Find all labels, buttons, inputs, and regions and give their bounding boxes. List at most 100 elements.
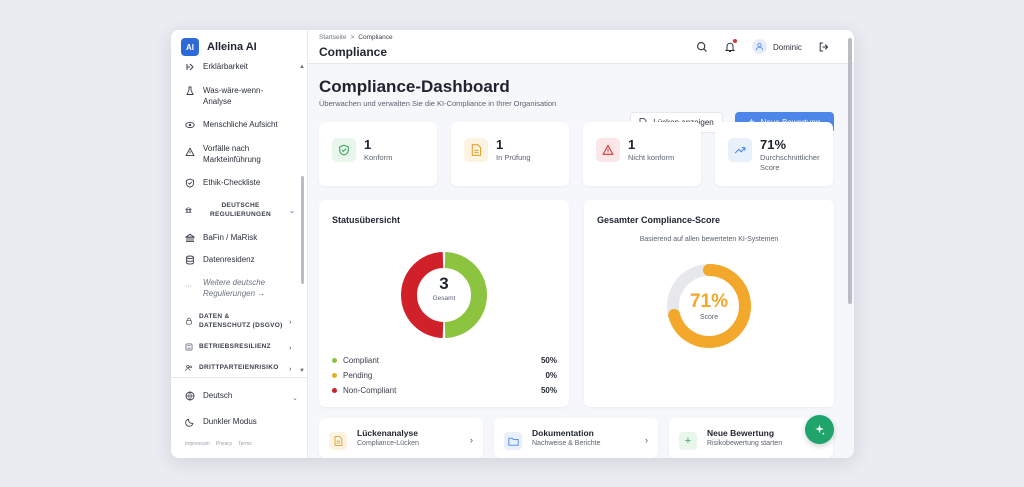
- sidebar-item-incidents[interactable]: Vorfälle nach Markteinführung: [171, 143, 301, 165]
- legend-row-pending: Pending 0%: [332, 371, 557, 380]
- brand[interactable]: AI Alleina AI: [181, 38, 257, 56]
- eye-icon: [185, 121, 195, 129]
- legend-row-compliant: Compliant 50%: [332, 356, 557, 365]
- scroll-down-arrow[interactable]: ▼: [299, 368, 305, 374]
- stat-icon-bg: [332, 138, 356, 162]
- chevron-right-icon: ›: [645, 435, 648, 445]
- sidebar-item-label: Was-wäre-wenn-Analyse: [203, 86, 264, 106]
- language-selector[interactable]: Deutsch ⌄: [171, 390, 308, 402]
- bank-icon: [185, 233, 195, 243]
- logout-icon[interactable]: [818, 41, 830, 53]
- stat-label: Konform: [364, 153, 393, 162]
- stat-value: 71%: [760, 137, 787, 152]
- user-name[interactable]: Dominic: [773, 43, 802, 52]
- legend-label: Pending: [343, 371, 373, 380]
- legend-percent: 50%: [540, 356, 557, 365]
- flask-icon: [186, 86, 194, 95]
- quick-card-gap-analysis[interactable]: Lückenanalyse Compliance-Lücken ›: [319, 418, 483, 458]
- stat-value: 1: [364, 137, 372, 152]
- moon-icon: [185, 418, 194, 427]
- sidebar-item-data-residency[interactable]: Datenresidenz: [171, 254, 301, 265]
- status-overview-card: Statusübersicht 3 Gesamt Compliant 50% P…: [319, 200, 569, 407]
- compliance-score-card: Gesamter Compliance-Score Basierend auf …: [584, 200, 834, 407]
- quick-subtitle: Compliance-Lücken: [357, 440, 419, 447]
- legend-label: Non-Compliant: [343, 386, 397, 395]
- sidebar-item-label: Vorfälle nach Markteinführung: [203, 144, 261, 164]
- sidebar-item-explainability[interactable]: Erklärbarkeit: [171, 61, 301, 72]
- sidebar-item-what-if[interactable]: Was-wäre-wenn-Analyse: [171, 85, 301, 107]
- legend-label: Compliant: [343, 356, 380, 365]
- folder-icon: [507, 437, 519, 446]
- stat-card-average-score[interactable]: 71% Durchschnittlicher Score: [715, 122, 833, 186]
- sidebar-section-german-regulations[interactable]: DEUTSCHE REGULIERUNGEN ⌄: [171, 201, 301, 219]
- ai-assistant-button[interactable]: [805, 415, 834, 444]
- more-icon: ···: [185, 283, 192, 290]
- sidebar-section-data-protection[interactable]: DATEN & DATENSCHUTZ (DSGVO) ›: [171, 312, 301, 330]
- scroll-up-arrow[interactable]: ▲: [299, 64, 305, 70]
- language-label: Deutsch: [203, 391, 233, 400]
- server-icon: [185, 343, 193, 350]
- app-window: AI Alleina AI Erklärbarkeit Was-wäre-wen…: [171, 30, 854, 458]
- alert-icon: [602, 144, 614, 155]
- sidebar-item-more-german[interactable]: ··· Weitere deutsche Regulierungen →: [171, 277, 301, 299]
- chevron-right-icon: ›: [470, 435, 473, 445]
- dark-mode-label: Dunkler Modus: [203, 417, 257, 426]
- dashboard-subtitle: Überwachen und verwalten Sie die KI-Comp…: [319, 99, 557, 108]
- sidebar-section-resilience[interactable]: BETRIEBSRESILIENZ ›: [171, 342, 301, 352]
- chevron-down-icon: ⌄: [292, 394, 298, 402]
- globe-icon: [185, 391, 195, 400]
- stat-card-in-review[interactable]: 1 In Prüfung: [451, 122, 569, 186]
- chevron-down-icon: ⌄: [289, 208, 296, 215]
- avatar[interactable]: [752, 39, 767, 54]
- section-label: DATEN & DATENSCHUTZ (DSGVO): [199, 313, 283, 329]
- sidebar-item-ethics[interactable]: Ethik-Checkliste: [171, 177, 301, 188]
- footer-link-imprint[interactable]: Impressum: [185, 441, 210, 447]
- section-label: DRITTPARTEIENRISIKO: [199, 364, 279, 371]
- database-icon: [186, 255, 194, 265]
- sidebar-nav: Erklärbarkeit Was-wäre-wenn-Analyse Mens…: [171, 58, 301, 373]
- stat-card-non-compliant[interactable]: 1 Nicht konform: [583, 122, 701, 186]
- sidebar-item-label: Datenresidenz: [203, 255, 255, 264]
- breadcrumb: Startseite > Compliance: [319, 34, 393, 41]
- stat-card-compliant[interactable]: 1 Konform: [319, 122, 437, 186]
- quick-card-documentation[interactable]: Dokumentation Nachweise & Berichte ›: [494, 418, 658, 458]
- alert-icon: [185, 147, 195, 157]
- brand-logo: AI: [181, 38, 199, 56]
- sidebar-item-bafin[interactable]: BaFin / MaRisk: [171, 232, 301, 243]
- dark-mode-toggle[interactable]: Dunkler Modus: [171, 416, 308, 427]
- document-icon: [471, 144, 481, 156]
- stat-icon-bg: [464, 138, 488, 162]
- footer-link-privacy[interactable]: Privacy: [216, 441, 232, 447]
- score-value: 71%: [689, 291, 729, 312]
- quick-subtitle: Nachweise & Berichte: [532, 440, 601, 447]
- sidebar-scrollbar-thumb[interactable]: [301, 176, 304, 284]
- chevron-right-icon: ›: [289, 319, 292, 326]
- breadcrumb-separator: >: [350, 34, 355, 41]
- sidebar-item-label: Weitere deutsche Regulierungen →: [203, 278, 266, 298]
- sidebar-item-oversight[interactable]: Menschliche Aufsicht: [171, 119, 301, 130]
- score-label: Score: [699, 314, 719, 321]
- legend-dot: [332, 388, 337, 393]
- trending-up-icon: [734, 147, 746, 154]
- sidebar-bottom: Deutsch ⌄ Dunkler Modus: [171, 377, 308, 427]
- legend-percent: 50%: [540, 386, 557, 395]
- stat-icon-bg: [596, 138, 620, 162]
- bank-icon: [185, 207, 193, 213]
- dashboard-title: Compliance-Dashboard: [319, 77, 510, 96]
- compliance-score-title: Gesamter Compliance-Score: [597, 215, 721, 225]
- sidebar-item-label: Erklärbarkeit: [203, 62, 248, 71]
- main-scrollbar-thumb[interactable]: [848, 38, 852, 304]
- notification-dot: [733, 39, 737, 43]
- quick-icon-bg: +: [679, 432, 697, 450]
- sidebar-section-third-party[interactable]: DRITTPARTEIENRISIKO ›: [171, 363, 301, 373]
- breadcrumb-home[interactable]: Startseite: [319, 34, 346, 41]
- section-label: BETRIEBSRESILIENZ: [199, 343, 271, 350]
- explain-icon: [186, 63, 194, 71]
- sparkle-icon: [815, 424, 825, 436]
- legend-dot: [332, 358, 337, 363]
- status-overview-title: Statusübersicht: [332, 215, 401, 225]
- search-icon[interactable]: [696, 41, 708, 53]
- footer-link-terms[interactable]: Terms: [238, 441, 252, 447]
- donut-total: 3: [439, 274, 449, 293]
- sidebar: AI Alleina AI Erklärbarkeit Was-wäre-wen…: [171, 30, 308, 458]
